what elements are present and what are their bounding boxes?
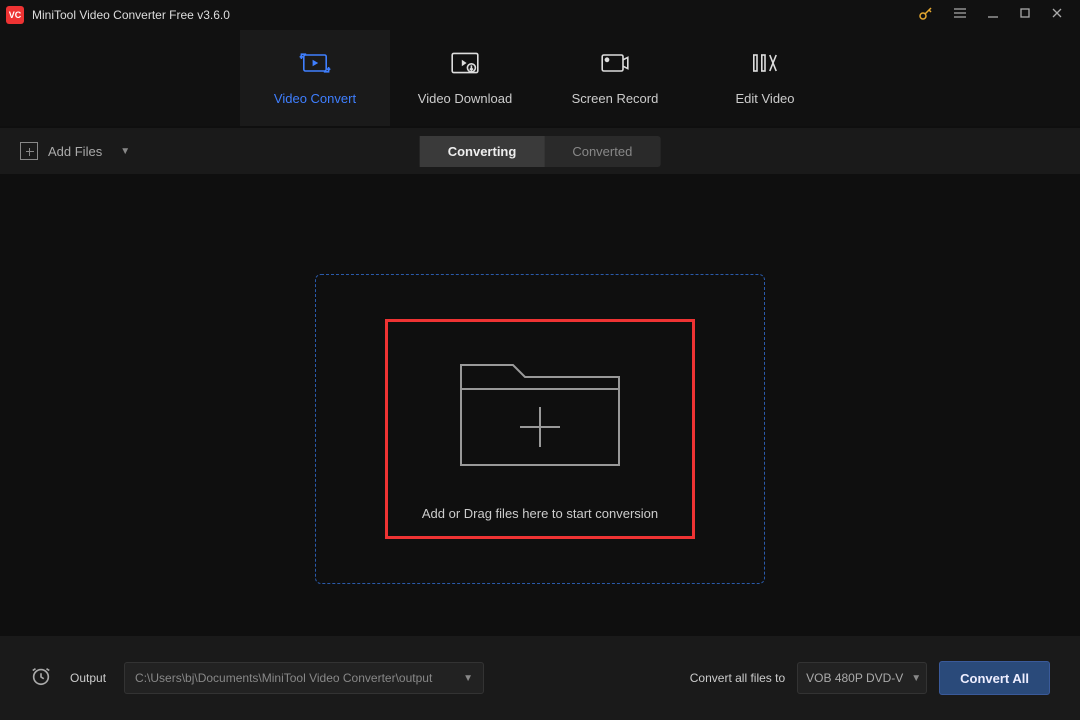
format-selected-text: VOB 480P DVD-V [806, 671, 903, 685]
add-file-icon [20, 142, 38, 160]
app-icon: VC [6, 6, 24, 24]
tab-video-convert[interactable]: Video Convert [240, 30, 390, 126]
titlebar: VC MiniTool Video Converter Free v3.6.0 [0, 0, 1080, 30]
drop-text: Add or Drag files here to start conversi… [422, 506, 658, 521]
download-icon [449, 50, 481, 79]
tab-converting[interactable]: Converting [420, 136, 545, 167]
clock-icon[interactable] [30, 665, 52, 692]
tab-label: Video Download [418, 91, 512, 106]
nav-tabs: Video Convert Video Download Screen Reco… [0, 30, 1080, 126]
tab-video-download[interactable]: Video Download [390, 30, 540, 126]
status-segmented: Converting Converted [420, 136, 661, 167]
close-icon[interactable] [1050, 6, 1064, 25]
toolbar: Add Files ▼ Converting Converted [0, 128, 1080, 174]
tab-edit-video[interactable]: Edit Video [690, 30, 840, 126]
tab-screen-record[interactable]: Screen Record [540, 30, 690, 126]
drop-zone[interactable]: Add or Drag files here to start conversi… [385, 319, 695, 539]
add-files-button[interactable]: Add Files ▼ [0, 142, 150, 160]
record-icon [599, 50, 631, 79]
format-select[interactable]: VOB 480P DVD-V ▼ [797, 662, 927, 694]
tab-label: Edit Video [735, 91, 794, 106]
chevron-down-icon: ▼ [911, 673, 921, 684]
menu-icon[interactable] [952, 5, 968, 26]
output-label: Output [70, 671, 106, 685]
key-icon[interactable] [918, 5, 934, 26]
minimize-icon[interactable] [986, 6, 1000, 25]
convert-to-label: Convert all files to [690, 671, 785, 685]
bottom-bar: Output C:\Users\bj\Documents\MiniTool Vi… [0, 636, 1080, 720]
main-area: Add or Drag files here to start conversi… [0, 174, 1080, 684]
edit-icon [749, 50, 781, 79]
tab-label: Screen Record [572, 91, 659, 106]
convert-all-button[interactable]: Convert All [939, 661, 1050, 695]
output-path-select[interactable]: C:\Users\bj\Documents\MiniTool Video Con… [124, 662, 484, 694]
folder-plus-icon [455, 337, 625, 482]
drop-zone-outer: Add or Drag files here to start conversi… [315, 274, 765, 584]
chevron-down-icon[interactable]: ▼ [120, 146, 130, 157]
convert-icon [299, 50, 331, 79]
add-files-label: Add Files [48, 144, 102, 159]
output-path-text: C:\Users\bj\Documents\MiniTool Video Con… [135, 671, 432, 685]
tab-converted[interactable]: Converted [544, 136, 660, 167]
app-title: MiniTool Video Converter Free v3.6.0 [32, 8, 918, 22]
maximize-icon[interactable] [1018, 6, 1032, 25]
chevron-down-icon: ▼ [463, 673, 473, 684]
tab-label: Video Convert [274, 91, 356, 106]
